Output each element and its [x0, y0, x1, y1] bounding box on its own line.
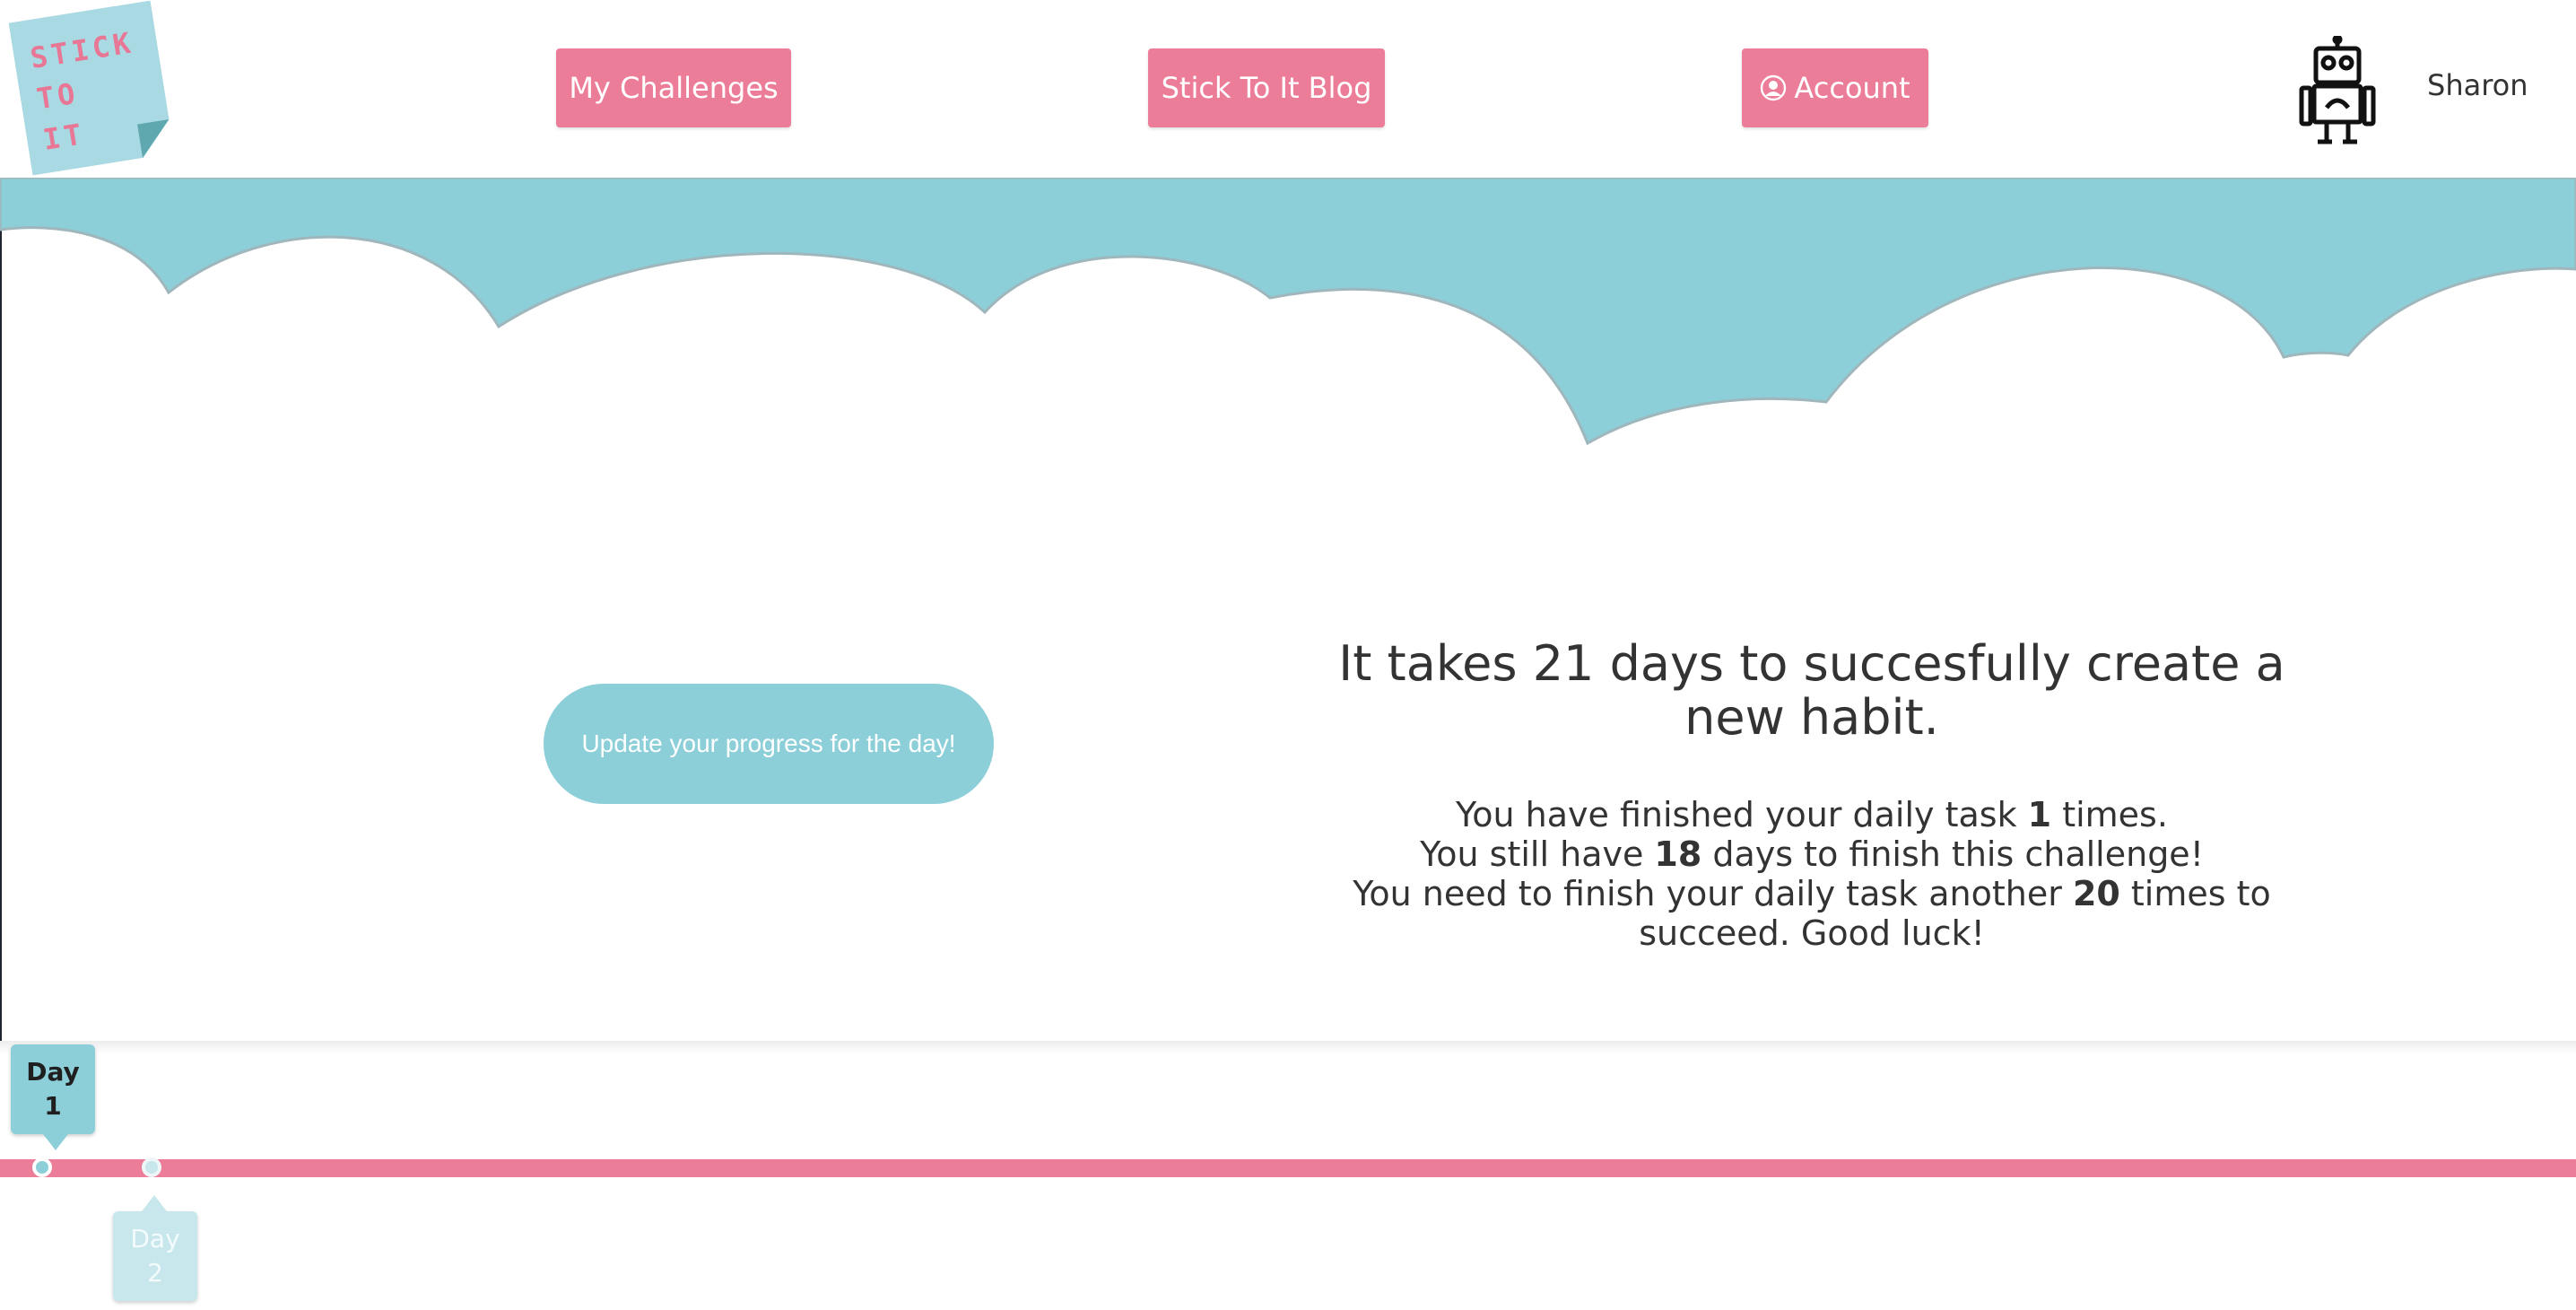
finished-count: 1	[2027, 795, 2052, 834]
finished-prefix: You have finished your daily task	[1456, 795, 2028, 834]
blog-button[interactable]: Stick To It Blog	[1148, 48, 1385, 127]
needed-prefix: You need to finish your daily task anoth…	[1353, 874, 2073, 913]
day-2-marker[interactable]: Day 2	[113, 1195, 197, 1301]
remaining-prefix: You still have	[1420, 834, 1655, 874]
remaining-line: You still have 18 days to finish this ch…	[1327, 834, 2296, 874]
timeline-dot-day-2[interactable]	[142, 1157, 161, 1177]
top-header: STICK TO IT My Challenges Stick To It Bl…	[0, 0, 2576, 178]
day-1-marker[interactable]: Day 1	[11, 1044, 95, 1150]
update-progress-button[interactable]: Update your progress for the day!	[544, 684, 994, 804]
account-label: Account	[1794, 71, 1910, 105]
day-1-label: Day	[26, 1057, 80, 1087]
my-challenges-button[interactable]: My Challenges	[556, 48, 791, 127]
username[interactable]: Sharon	[2427, 68, 2528, 102]
logo-text: STICK TO IT	[27, 20, 161, 161]
progress-stats: You have finished your daily task 1 time…	[1327, 795, 2296, 953]
cloud-banner	[0, 178, 2576, 446]
account-button[interactable]: Account	[1742, 48, 1928, 127]
day-2-number: 2	[147, 1258, 163, 1288]
day-1-number: 1	[44, 1091, 62, 1121]
timeline-dot-day-1[interactable]	[32, 1157, 52, 1177]
user-circle-icon	[1761, 74, 1787, 101]
stick-to-it-logo[interactable]: STICK TO IT	[9, 1, 175, 176]
habit-info: It takes 21 days to succesfully create a…	[1327, 635, 2296, 954]
needed-count: 20	[2072, 874, 2120, 913]
finished-line: You have finished your daily task 1 time…	[1327, 795, 2296, 834]
needed-line: You need to finish your daily task anoth…	[1327, 874, 2296, 953]
day-2-label: Day	[130, 1224, 180, 1253]
remaining-suffix: days to finish this challenge!	[1701, 834, 2204, 874]
headline: It takes 21 days to succesfully create a…	[1338, 635, 2285, 746]
robot-icon[interactable]	[2296, 36, 2379, 147]
timeline-track	[0, 1159, 2576, 1177]
finished-suffix: times.	[2051, 795, 2168, 834]
remaining-days: 18	[1654, 834, 1702, 874]
